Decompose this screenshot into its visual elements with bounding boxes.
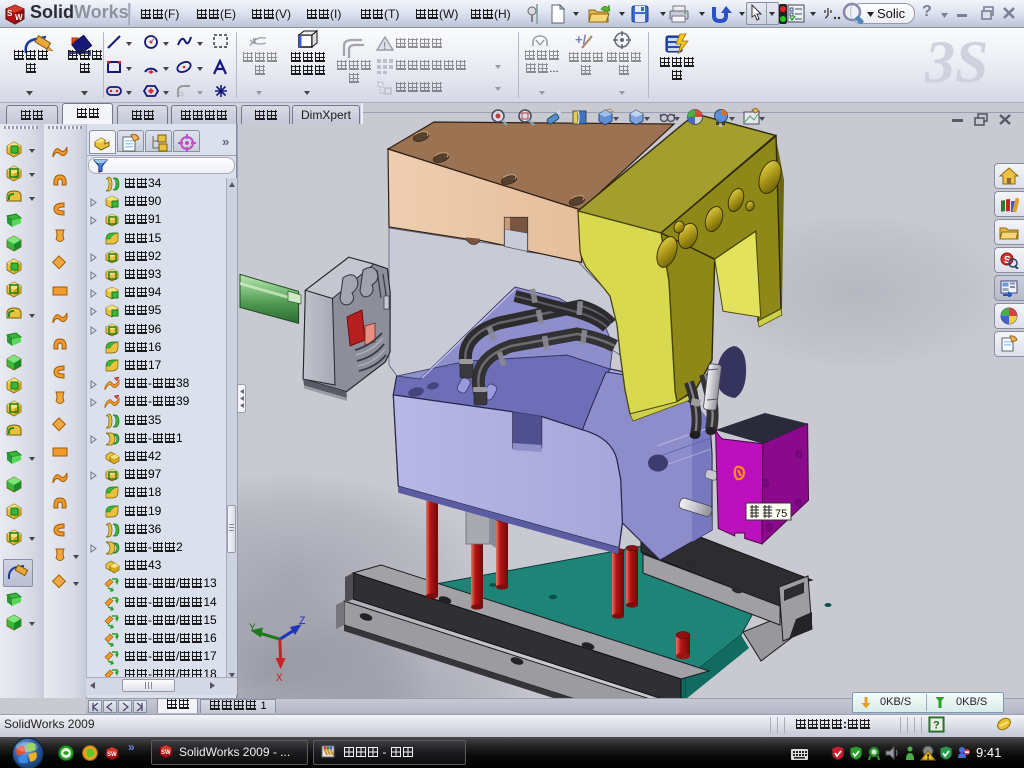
svg-text:S: S: [7, 9, 13, 18]
svg-text:Z: Z: [299, 616, 306, 628]
svg-text:SW: SW: [161, 750, 171, 756]
svg-text:75: 75: [775, 508, 787, 520]
svg-text:?: ?: [933, 720, 940, 732]
svg-text:Y: Y: [249, 623, 256, 635]
svg-text:SW: SW: [107, 752, 117, 758]
svg-text:!: !: [383, 41, 386, 52]
svg-text:X: X: [276, 673, 283, 685]
svg-text:W: W: [15, 13, 23, 22]
